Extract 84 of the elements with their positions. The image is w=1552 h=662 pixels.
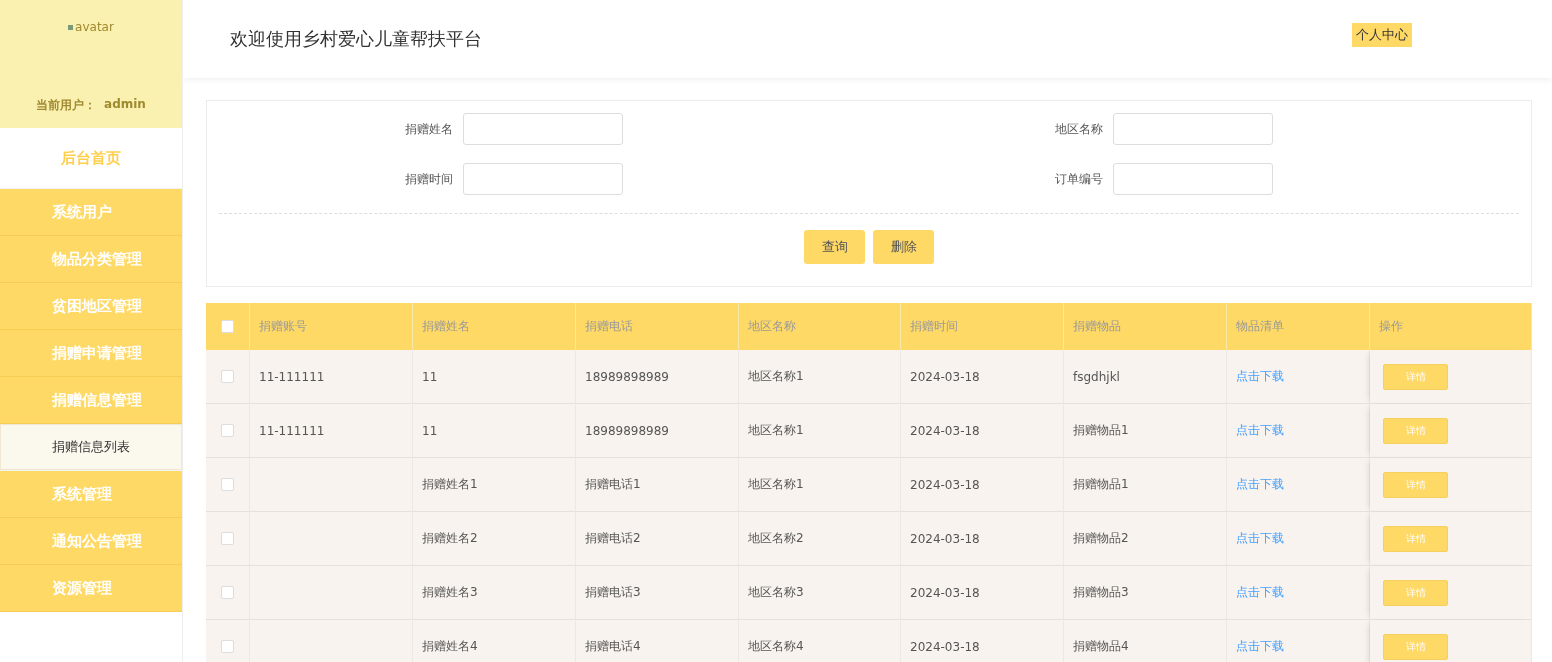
table-cell: 捐赠电话4 xyxy=(576,620,739,662)
table-cell: 地区名称1 xyxy=(739,404,901,458)
menu-item[interactable]: 捐赠申请管理 xyxy=(0,330,182,377)
column-header: 操作 xyxy=(1370,303,1532,350)
checkbox[interactable] xyxy=(221,586,234,599)
table-cell: 捐赠姓名2 xyxy=(413,512,576,566)
menu-item[interactable]: 系统用户 xyxy=(0,189,182,236)
table-cell: fsgdhjkl xyxy=(1064,350,1227,404)
search-button[interactable]: 查询 xyxy=(804,230,865,264)
detail-button[interactable]: 详情 xyxy=(1383,471,1448,498)
table-cell: 捐赠姓名1 xyxy=(413,458,576,512)
table-cell: 捐赠物品4 xyxy=(1064,620,1227,662)
table-cell: 捐赠电话1 xyxy=(576,458,739,512)
detail-button[interactable]: 详情 xyxy=(1383,579,1448,606)
table-cell: 2024-03-18 xyxy=(901,512,1064,566)
table-cell: 捐赠电话2 xyxy=(576,512,739,566)
detail-button[interactable]: 详情 xyxy=(1383,417,1448,444)
input-field[interactable] xyxy=(1113,163,1273,195)
table-cell: 2024-03-18 xyxy=(901,566,1064,620)
column-header: 地区名称 xyxy=(739,303,901,350)
avatar-alt-text: avatar xyxy=(75,20,114,34)
table-cell: 2024-03-18 xyxy=(901,620,1064,662)
download-link[interactable]: 点击下载 xyxy=(1236,530,1284,547)
menu-item[interactable]: 通知公告管理 xyxy=(0,518,182,565)
menu-item[interactable]: 贫困地区管理 xyxy=(0,283,182,330)
table-cell: 地区名称2 xyxy=(739,512,901,566)
table-cell: 11-111111 xyxy=(250,404,413,458)
user-name: admin xyxy=(104,97,146,113)
field-label: 捐赠姓名 xyxy=(405,120,453,138)
page-title: 欢迎使用乡村爱心儿童帮扶平台 xyxy=(230,27,482,51)
menu-item[interactable]: 物品分类管理 xyxy=(0,236,182,283)
checkbox[interactable] xyxy=(221,532,234,545)
menu-item[interactable]: 系统管理 xyxy=(0,471,182,518)
field-label: 订单编号 xyxy=(1055,170,1103,188)
input-field[interactable] xyxy=(463,113,623,145)
table-cell: 捐赠电话3 xyxy=(576,566,739,620)
table-cell: 捐赠姓名4 xyxy=(413,620,576,662)
table-cell: 捐赠物品2 xyxy=(1064,512,1227,566)
table-cell: 11 xyxy=(413,404,576,458)
column-header: 捐赠账号 xyxy=(250,303,413,350)
table-cell: 地区名称3 xyxy=(739,566,901,620)
table-cell: 11-111111 xyxy=(250,350,413,404)
column-header: 捐赠物品 xyxy=(1064,303,1227,350)
column-header: 物品清单 xyxy=(1227,303,1370,350)
table-cell: 11 xyxy=(413,350,576,404)
table-cell: 地区名称4 xyxy=(739,620,901,662)
field-label: 捐赠时间 xyxy=(405,170,453,188)
menu-item[interactable]: 资源管理 xyxy=(0,565,182,612)
column-header: 捐赠时间 xyxy=(901,303,1064,350)
detail-button[interactable]: 详情 xyxy=(1383,525,1448,552)
download-link[interactable]: 点击下载 xyxy=(1236,476,1284,493)
detail-button[interactable]: 详情 xyxy=(1383,363,1448,390)
input-field[interactable] xyxy=(1113,113,1273,145)
column-header: 捐赠电话 xyxy=(576,303,739,350)
table-cell: 18989898989 xyxy=(576,404,739,458)
field-label: 地区名称 xyxy=(1055,120,1103,138)
table-cell: 2024-03-18 xyxy=(901,350,1064,404)
delete-button[interactable]: 删除 xyxy=(873,230,934,264)
download-link[interactable]: 点击下载 xyxy=(1236,368,1284,385)
table-cell: 捐赠姓名3 xyxy=(413,566,576,620)
broken-image-icon xyxy=(68,24,74,30)
column-header: 捐赠姓名 xyxy=(413,303,576,350)
detail-button[interactable]: 详情 xyxy=(1383,633,1448,660)
submenu-item[interactable]: 捐赠信息列表 xyxy=(0,424,182,471)
profile-button[interactable]: 个人中心 xyxy=(1352,23,1412,47)
menu-item[interactable]: 捐赠信息管理 xyxy=(0,377,182,424)
download-link[interactable]: 点击下载 xyxy=(1236,422,1284,439)
checkbox[interactable] xyxy=(221,320,234,333)
table-cell: 捐赠物品1 xyxy=(1064,458,1227,512)
download-link[interactable]: 点击下载 xyxy=(1236,584,1284,601)
checkbox[interactable] xyxy=(221,370,234,383)
table-cell: 捐赠物品1 xyxy=(1064,404,1227,458)
table-cell: 18989898989 xyxy=(576,350,739,404)
checkbox[interactable] xyxy=(221,478,234,491)
user-label: 当前用户： xyxy=(36,97,97,114)
table-cell: 地区名称1 xyxy=(739,458,901,512)
checkbox[interactable] xyxy=(221,640,234,653)
input-field[interactable] xyxy=(463,163,623,195)
download-link[interactable]: 点击下载 xyxy=(1236,638,1284,655)
checkbox[interactable] xyxy=(221,424,234,437)
table-cell: 地区名称1 xyxy=(739,350,901,404)
table-cell: 捐赠物品3 xyxy=(1064,566,1227,620)
table-cell: 2024-03-18 xyxy=(901,458,1064,512)
table-cell: 2024-03-18 xyxy=(901,404,1064,458)
